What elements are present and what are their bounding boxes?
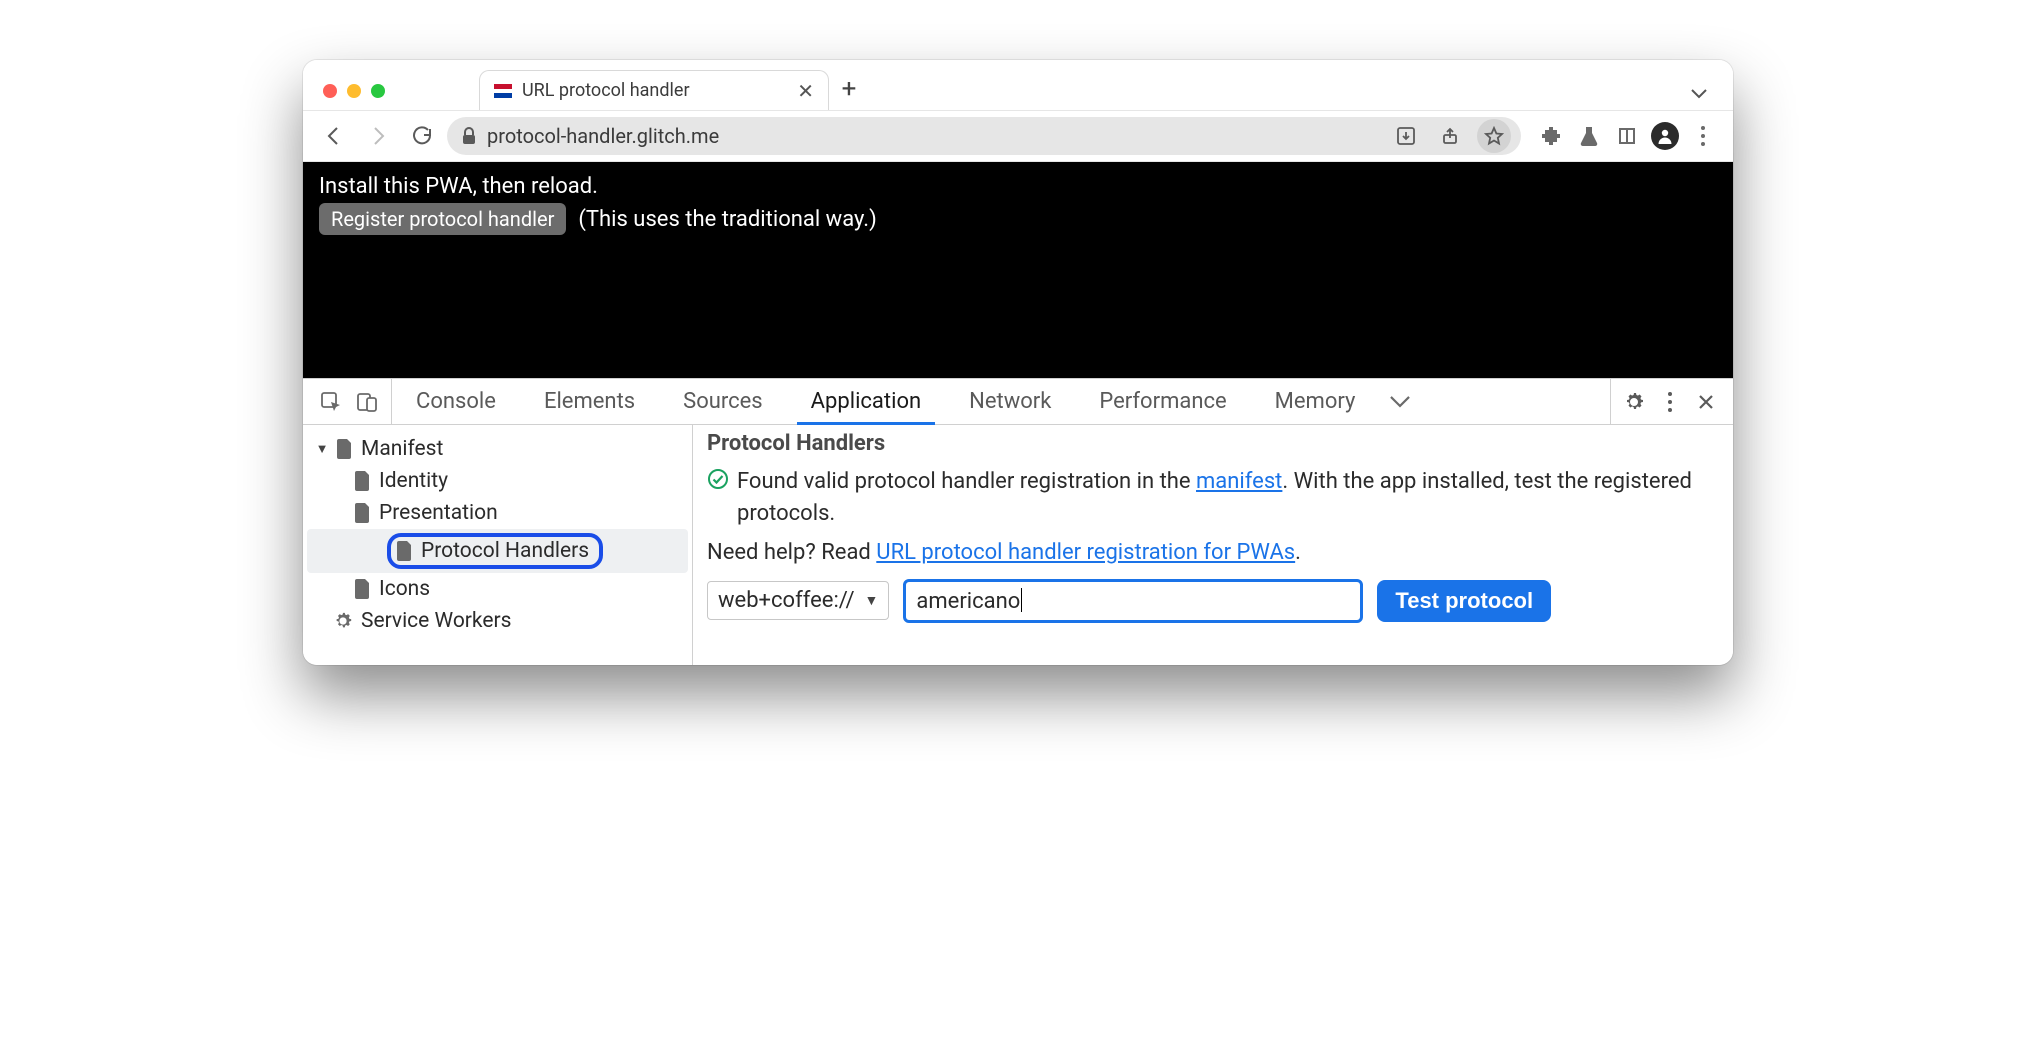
selection-highlight: Protocol Handlers <box>387 533 603 569</box>
devtools-close-icon[interactable] <box>1689 385 1723 419</box>
install-pwa-icon[interactable] <box>1389 119 1423 153</box>
file-icon <box>355 471 371 491</box>
page-instruction: Install this PWA, then reload. <box>319 174 1717 199</box>
browser-tab[interactable]: URL protocol handler ✕ <box>479 70 829 110</box>
devtools-tab-application[interactable]: Application <box>787 379 945 424</box>
device-toolbar-icon[interactable] <box>351 386 383 418</box>
browser-toolbar: protocol-handler.glitch.me <box>303 110 1733 162</box>
text-caret <box>1021 588 1022 612</box>
minimize-window-button[interactable] <box>347 84 361 98</box>
protocol-select-value: web+coffee:// <box>718 588 855 613</box>
file-icon <box>337 439 353 459</box>
devtools-tabbar: Console Elements Sources Application Net… <box>303 379 1733 425</box>
application-sidebar: ▼ Manifest Identity Presentation <box>303 425 693 665</box>
omnibox-url: protocol-handler.glitch.me <box>487 124 719 148</box>
back-button[interactable] <box>315 117 353 155</box>
protocol-path-input[interactable]: americano <box>903 579 1363 623</box>
lock-icon <box>461 127 477 145</box>
window-controls <box>317 84 399 110</box>
protocol-handlers-panel: Protocol Handlers Found valid protocol h… <box>693 425 1733 665</box>
toolbar-right <box>1527 118 1721 154</box>
protocol-select[interactable]: web+coffee:// ▼ <box>707 581 889 620</box>
devtools-kebab-icon[interactable] <box>1653 385 1687 419</box>
file-icon <box>397 541 413 561</box>
devtools-tab-performance[interactable]: Performance <box>1075 379 1250 424</box>
extensions-icon[interactable] <box>1533 118 1569 154</box>
new-tab-button[interactable]: + <box>829 74 869 110</box>
bookmark-icon[interactable] <box>1477 119 1511 153</box>
devtools-tab-network[interactable]: Network <box>945 379 1075 424</box>
labs-icon[interactable] <box>1571 118 1607 154</box>
panel-title: Protocol Handlers <box>707 431 1719 456</box>
sidebar-item-presentation[interactable]: Presentation <box>307 497 688 529</box>
sidebar-label: Protocol Handlers <box>421 539 589 563</box>
devtools-tab-console[interactable]: Console <box>392 379 520 424</box>
file-icon <box>355 579 371 599</box>
sidebar-item-service-workers[interactable]: Service Workers <box>307 605 688 637</box>
sidebar-label-manifest: Manifest <box>361 437 443 461</box>
help-text: Need help? Read URL protocol handler reg… <box>707 540 1719 565</box>
manifest-link[interactable]: manifest <box>1196 469 1282 494</box>
protocol-tester: web+coffee:// ▼ americano Test protocol <box>707 579 1719 623</box>
tab-title: URL protocol handler <box>522 80 690 101</box>
page-content: Install this PWA, then reload. Register … <box>303 162 1733 378</box>
inspect-element-icon[interactable] <box>315 386 347 418</box>
check-circle-icon <box>707 468 729 490</box>
gear-icon <box>333 611 353 631</box>
profile-button[interactable] <box>1647 118 1683 154</box>
browser-window: URL protocol handler ✕ + protocol-handle… <box>303 60 1733 665</box>
protocol-input-value: americano <box>916 589 1020 614</box>
tab-strip: URL protocol handler ✕ + <box>303 60 1733 110</box>
sidebar-label: Identity <box>379 469 448 493</box>
register-note: (This uses the traditional way.) <box>578 207 876 232</box>
reading-list-icon[interactable] <box>1609 118 1645 154</box>
status-text: Found valid protocol handler registratio… <box>737 466 1719 530</box>
avatar-icon <box>1651 122 1679 150</box>
devtools-tab-elements[interactable]: Elements <box>520 379 659 424</box>
register-protocol-handler-button[interactable]: Register protocol handler <box>319 203 566 235</box>
sidebar-item-manifest[interactable]: ▼ Manifest <box>307 433 688 465</box>
sidebar-label: Icons <box>379 577 430 601</box>
kebab-menu-icon[interactable] <box>1685 118 1721 154</box>
sidebar-item-identity[interactable]: Identity <box>307 465 688 497</box>
chevron-down-icon: ▼ <box>315 441 329 457</box>
more-tabs-icon[interactable] <box>1383 385 1417 419</box>
test-protocol-button[interactable]: Test protocol <box>1377 580 1551 622</box>
close-tab-icon[interactable]: ✕ <box>797 79 814 103</box>
chevron-down-icon: ▼ <box>865 592 879 609</box>
tab-menu-button[interactable] <box>1679 88 1719 110</box>
devtools-settings-icon[interactable] <box>1617 385 1651 419</box>
sidebar-item-protocol-handlers[interactable]: Protocol Handlers <box>307 529 688 573</box>
file-icon <box>355 503 371 523</box>
sidebar-item-icons[interactable]: Icons <box>307 573 688 605</box>
devtools-tab-sources[interactable]: Sources <box>659 379 787 424</box>
favicon-icon <box>494 82 512 100</box>
devtools-tab-memory[interactable]: Memory <box>1251 379 1380 424</box>
sidebar-label: Service Workers <box>361 609 511 633</box>
help-link[interactable]: URL protocol handler registration for PW… <box>876 540 1295 565</box>
omnibox[interactable]: protocol-handler.glitch.me <box>447 117 1521 155</box>
reload-button[interactable] <box>403 117 441 155</box>
share-icon[interactable] <box>1433 119 1467 153</box>
sidebar-label: Presentation <box>379 501 498 525</box>
maximize-window-button[interactable] <box>371 84 385 98</box>
forward-button[interactable] <box>359 117 397 155</box>
close-window-button[interactable] <box>323 84 337 98</box>
devtools: Console Elements Sources Application Net… <box>303 378 1733 665</box>
